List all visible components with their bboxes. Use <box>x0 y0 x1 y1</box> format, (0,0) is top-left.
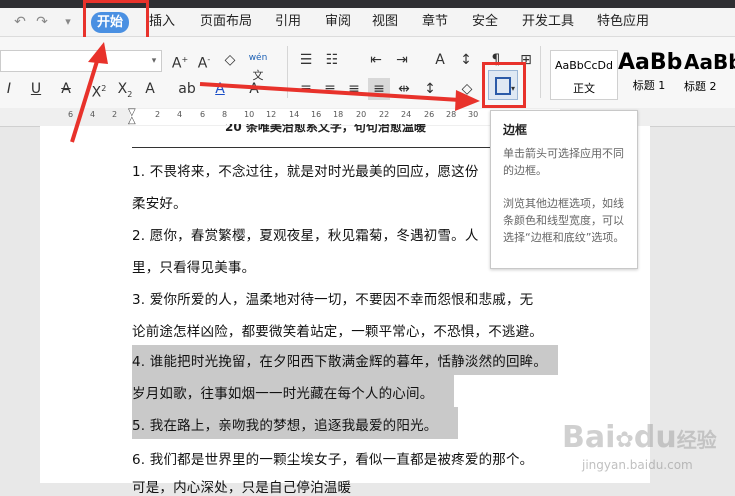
watermark-url: jingyan.baidu.com <box>582 458 693 472</box>
paw-icon: ✿ <box>615 428 634 453</box>
annotation-arrows <box>70 42 480 143</box>
watermark-jingyan: 经验 <box>676 428 717 452</box>
watermark-du: du <box>633 420 677 455</box>
arrow-to-border <box>199 82 461 102</box>
arrowhead-border <box>455 90 480 111</box>
watermark-brand: Bai <box>562 420 616 455</box>
arrowhead-home <box>88 42 108 64</box>
arrow-to-home <box>70 57 100 143</box>
baidu-watermark: Bai✿du经验 <box>562 420 717 455</box>
